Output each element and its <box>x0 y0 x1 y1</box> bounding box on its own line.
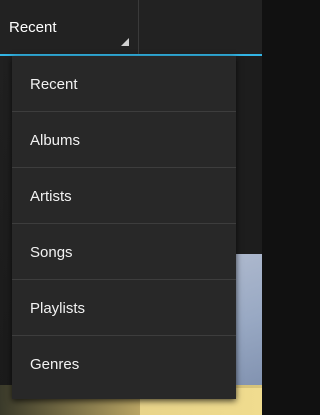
menu-item-albums[interactable]: Albums <box>12 112 236 168</box>
menu-item-label: Playlists <box>30 300 86 317</box>
menu-item-label: Artists <box>30 188 72 205</box>
menu-item-label: Songs <box>30 244 73 261</box>
background-content <box>0 56 12 415</box>
menu-item-label: Genres <box>30 356 80 373</box>
spinner-corner-arrow-icon <box>121 38 129 46</box>
view-spinner-label: Recent <box>9 19 57 36</box>
menu-item-label: Albums <box>30 132 81 149</box>
view-dropdown-menu: Recent Albums Artists Songs Playlists Ge… <box>12 56 236 399</box>
menu-item-label: Recent <box>30 76 78 93</box>
menu-item-recent[interactable]: Recent <box>12 56 236 112</box>
menu-item-artists[interactable]: Artists <box>12 168 236 224</box>
music-app-screen: Recent Recent Albums Artists Songs Playl… <box>0 0 262 415</box>
menu-item-playlists[interactable]: Playlists <box>12 280 236 336</box>
view-spinner[interactable]: Recent <box>0 0 139 54</box>
action-bar: Recent <box>0 0 262 56</box>
menu-item-genres[interactable]: Genres <box>12 336 236 392</box>
menu-item-songs[interactable]: Songs <box>12 224 236 280</box>
